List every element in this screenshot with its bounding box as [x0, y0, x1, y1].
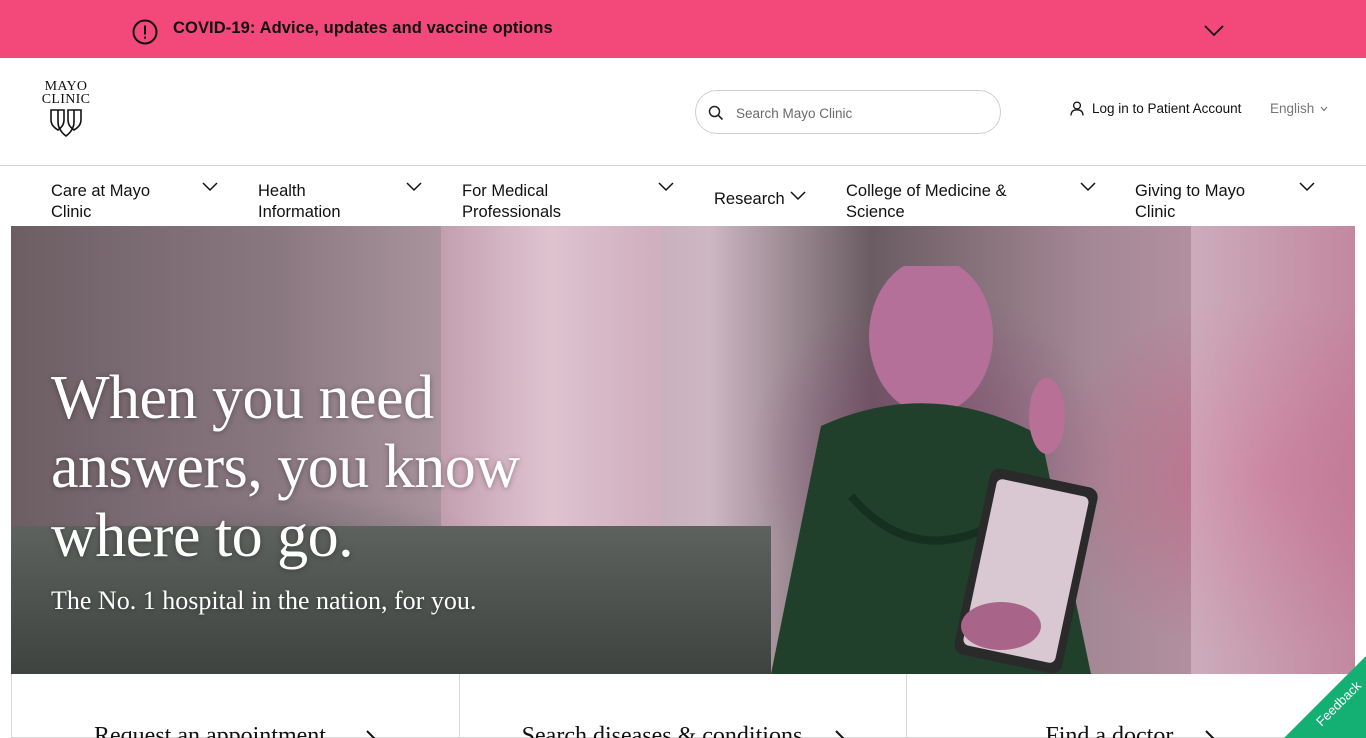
- hero-banner: When you need answers, you know where to…: [11, 226, 1355, 674]
- card-label[interactable]: Search diseases & conditions: [522, 723, 803, 738]
- card-label[interactable]: Request an appointment: [94, 723, 326, 738]
- language-selector[interactable]: English: [1270, 101, 1328, 116]
- feedback-tab[interactable]: Feedback: [1284, 656, 1366, 738]
- card-label[interactable]: Find a doctor: [1045, 723, 1173, 738]
- chevron-down-icon[interactable]: [1299, 182, 1315, 192]
- nav-item-medical-professionals[interactable]: For Medical Professionals: [462, 181, 592, 223]
- request-appointment-card[interactable]: Request an appointment: [11, 674, 460, 738]
- covid-banner-text[interactable]: COVID-19: Advice, updates and vaccine op…: [173, 19, 553, 38]
- hero-headline: When you need answers, you know where to…: [51, 364, 520, 570]
- user-icon: [1070, 101, 1084, 116]
- chevron-down-icon: [1320, 106, 1328, 111]
- mayo-clinic-logo[interactable]: MAYO CLINIC: [38, 80, 94, 140]
- nav-item-label[interactable]: Health Information: [258, 181, 378, 223]
- chevron-right-icon: [366, 730, 375, 738]
- logo-line-2: CLINIC: [41, 92, 91, 107]
- main-nav: Care at Mayo Clinic Health Information F…: [0, 166, 1366, 226]
- hero-subheadline: The No. 1 hospital in the nation, for yo…: [51, 586, 477, 615]
- chevron-down-icon[interactable]: [790, 191, 806, 201]
- hero-window: [1191, 226, 1355, 674]
- chevron-right-icon: [834, 730, 844, 738]
- chevron-down-icon[interactable]: [202, 182, 218, 192]
- chevron-right-icon: [1205, 730, 1215, 738]
- search-diseases-card[interactable]: Search diseases & conditions: [459, 674, 908, 738]
- nav-item-label[interactable]: Giving to Mayo Clinic: [1135, 181, 1265, 223]
- action-cards: Request an appointment Search diseases &…: [11, 674, 1356, 738]
- language-label[interactable]: English: [1270, 101, 1314, 116]
- nav-item-research[interactable]: Research: [714, 189, 794, 210]
- chevron-down-icon[interactable]: [1203, 22, 1225, 38]
- nav-item-label[interactable]: College of Medicine & Science: [846, 181, 1036, 223]
- search-icon[interactable]: [708, 105, 724, 121]
- hero-person-image: [771, 266, 1098, 674]
- nav-item-label[interactable]: For Medical Professionals: [462, 181, 592, 223]
- nav-item-label[interactable]: Research: [714, 189, 794, 210]
- login-link[interactable]: Log in to Patient Account: [1070, 101, 1241, 116]
- login-label[interactable]: Log in to Patient Account: [1092, 101, 1241, 116]
- nav-item-giving[interactable]: Giving to Mayo Clinic: [1135, 181, 1265, 223]
- site-header: MAYO CLINIC Log in to Patient Account En…: [0, 58, 1366, 166]
- search-input[interactable]: [736, 102, 986, 124]
- nav-item-care[interactable]: Care at Mayo Clinic: [51, 181, 181, 223]
- chevron-down-icon[interactable]: [1080, 182, 1096, 192]
- search-box[interactable]: [695, 90, 1001, 134]
- nav-item-college[interactable]: College of Medicine & Science: [846, 181, 1036, 223]
- alert-icon: [132, 19, 158, 45]
- shields-icon: [50, 109, 82, 138]
- chevron-down-icon[interactable]: [406, 182, 422, 192]
- covid-banner[interactable]: COVID-19: Advice, updates and vaccine op…: [0, 0, 1366, 58]
- nav-item-health-information[interactable]: Health Information: [258, 181, 378, 223]
- chevron-down-icon[interactable]: [658, 182, 674, 192]
- nav-item-label[interactable]: Care at Mayo Clinic: [51, 181, 181, 223]
